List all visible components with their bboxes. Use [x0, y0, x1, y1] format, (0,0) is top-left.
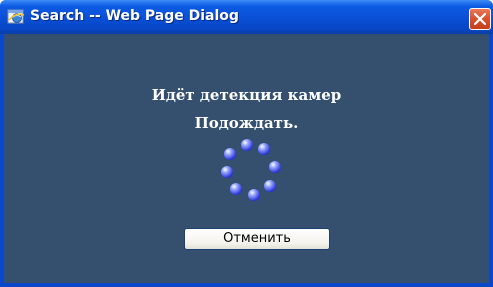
loading-spinner-icon [221, 139, 281, 201]
dialog-window: Search -- Web Page Dialog Идёт детекция … [0, 0, 493, 287]
title-bar[interactable]: Search -- Web Page Dialog [0, 0, 493, 34]
window-title: Search -- Web Page Dialog [30, 8, 239, 24]
status-message: Идёт детекция камер [151, 86, 342, 104]
web-page-icon [7, 9, 25, 24]
dialog-body: Идёт детекция камер Подождать. Отменить [4, 34, 489, 283]
cancel-button[interactable]: Отменить [184, 228, 330, 250]
close-button[interactable] [469, 8, 491, 30]
wait-message: Подождать. [194, 114, 299, 132]
close-icon [474, 13, 486, 25]
